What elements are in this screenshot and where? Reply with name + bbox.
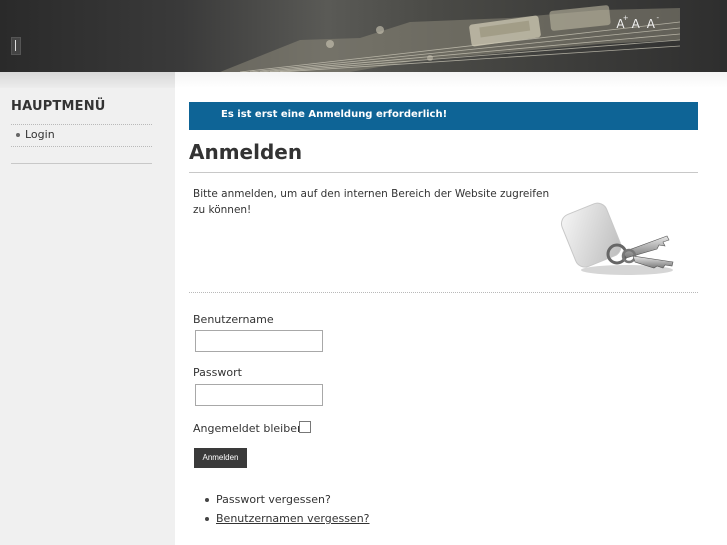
password-label: Passwort [193,366,242,379]
bullet-icon [16,132,20,137]
main-menu-title: HAUPTMENÜ [11,99,106,114]
list-item: Passwort vergessen? [205,490,370,509]
remember-me-checkbox[interactable] [299,421,311,433]
help-links: Passwort vergessen? Benutzernamen verges… [205,490,370,528]
forgot-username-link[interactable]: Benutzernamen vergessen? [216,512,370,525]
logo-bar [15,40,16,51]
username-input[interactable] [195,330,323,352]
forgot-password-link[interactable]: Passwort vergessen? [216,493,331,506]
main-content: Es ist erst eine Anmeldung erforderlich!… [175,88,727,545]
sidebar: HAUPTMENÜ Login [0,88,175,545]
guitar-banner-image [220,5,680,72]
sidebar-item-login[interactable]: Login [16,128,55,141]
password-input[interactable] [195,384,323,406]
font-size-tools: A + A A- [616,14,659,31]
remember-me-label: Angemeldet bleiben [193,422,304,435]
font-decrease-button[interactable]: A- [647,14,659,31]
title-divider [189,172,698,173]
login-description: Bitte anmelden, um auf den internen Bere… [193,188,550,216]
username-label: Benutzername [193,313,274,326]
notice-banner: Es ist erst eine Anmeldung erforderlich! [189,102,698,130]
site-header: A + A A- [0,0,727,72]
menu-divider [11,146,152,147]
bullet-icon [205,516,209,521]
sidebar-item-label: Login [25,128,55,141]
page-title: Anmelden [189,140,303,164]
font-increase-button[interactable]: A + [616,14,628,31]
menu-divider [11,124,152,125]
sidebar-shadow-band [0,72,175,88]
font-reset-button[interactable]: A [632,17,640,31]
bullet-icon [205,497,209,502]
logo-placeholder-icon[interactable] [11,37,21,55]
section-divider [189,292,698,293]
menu-bottom-rule [11,163,152,164]
list-item: Benutzernamen vergessen? [205,509,370,528]
keys-icon [560,202,674,275]
login-button[interactable]: Anmelden [194,448,247,468]
